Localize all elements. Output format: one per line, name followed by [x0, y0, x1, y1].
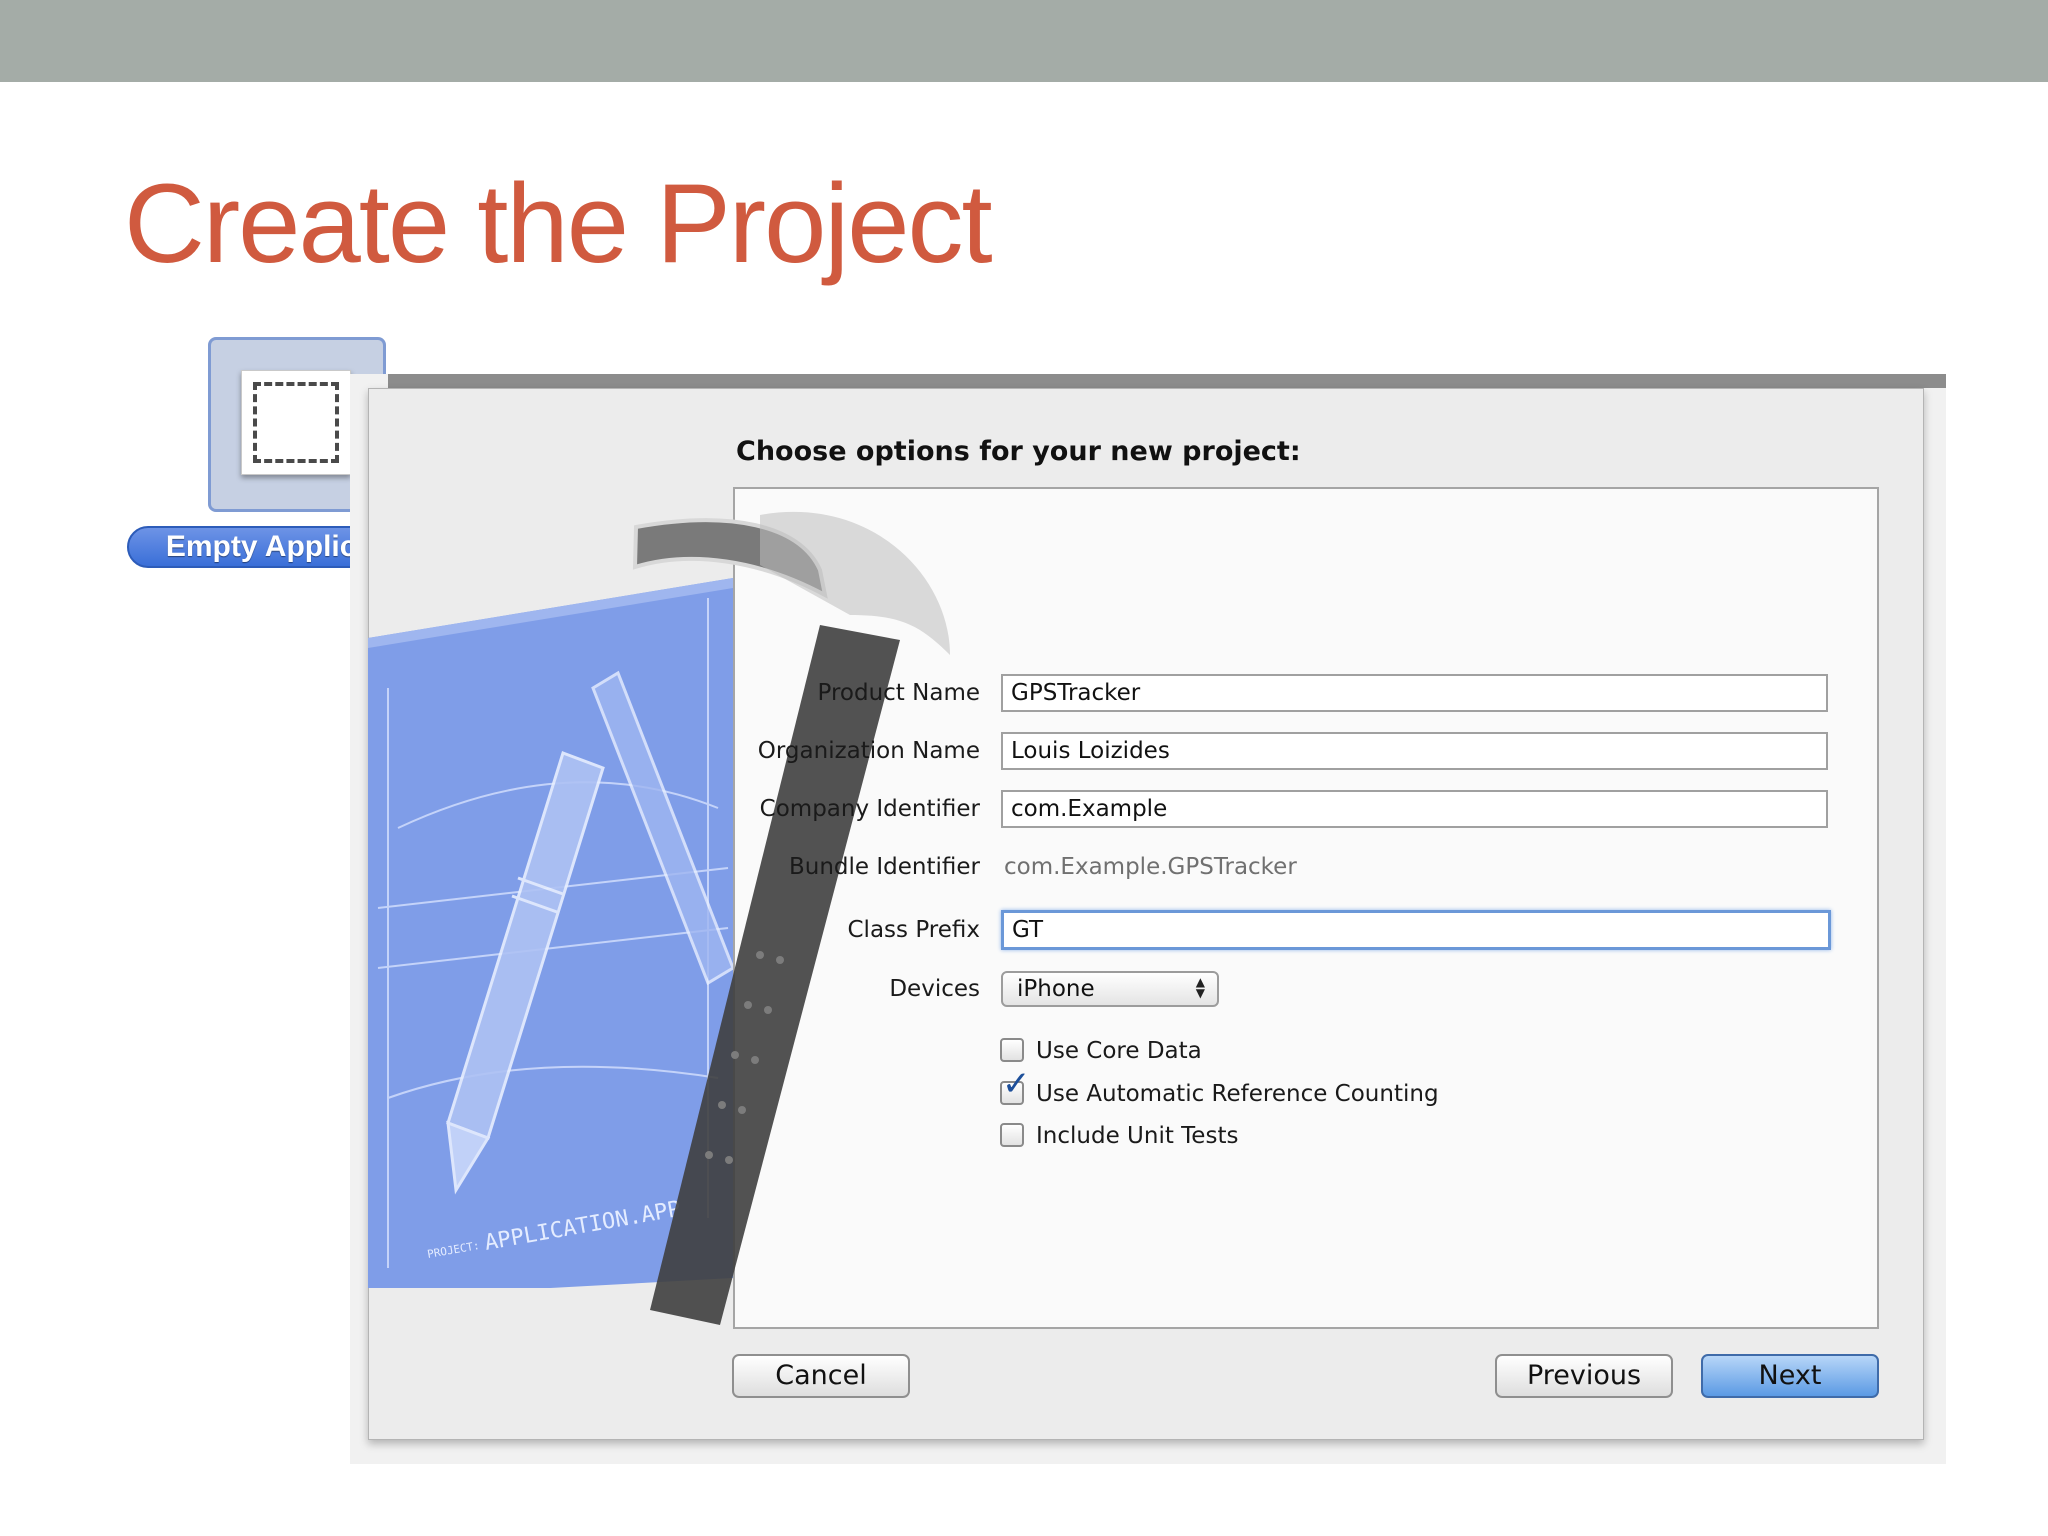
class-prefix-field[interactable]: GT — [1001, 910, 1831, 950]
hammer-handle — [650, 625, 900, 1325]
use-core-data-label: Use Core Data — [1036, 1038, 1202, 1064]
devices-selected-value: iPhone — [1017, 976, 1095, 1002]
bundle-identifier-value: com.Example.GPSTracker — [1004, 854, 1297, 880]
include-unit-tests-label: Include Unit Tests — [1036, 1123, 1239, 1149]
product-name-field[interactable]: GPSTracker — [1001, 674, 1828, 712]
dialog-heading: Choose options for your new project: — [736, 436, 1301, 467]
organization-name-label: Organization Name — [757, 738, 980, 764]
slide-top-bar — [0, 0, 2048, 82]
window-title-strip — [388, 374, 1946, 388]
use-arc-label: Use Automatic Reference Counting — [1036, 1081, 1439, 1107]
company-identifier-field[interactable]: com.Example — [1001, 790, 1828, 828]
include-unit-tests-checkbox[interactable] — [1000, 1123, 1024, 1147]
organization-name-field[interactable]: Louis Loizides — [1001, 732, 1828, 770]
cancel-button[interactable]: Cancel — [732, 1354, 910, 1398]
previous-button[interactable]: Previous — [1495, 1354, 1673, 1398]
bundle-identifier-label: Bundle Identifier — [789, 854, 980, 880]
updown-arrows-icon: ▲ ▼ — [1195, 975, 1205, 1000]
company-identifier-label: Company Identifier — [759, 796, 980, 822]
next-button[interactable]: Next — [1701, 1354, 1879, 1398]
use-core-data-checkbox[interactable] — [1000, 1038, 1024, 1062]
devices-select[interactable]: iPhone ▲ ▼ — [1001, 971, 1219, 1007]
empty-window-icon — [241, 370, 351, 475]
checkmark-icon: ✓ — [1002, 1064, 1031, 1104]
slide-title: Create the Project — [124, 161, 993, 286]
product-name-label: Product Name — [817, 680, 981, 706]
devices-label: Devices — [889, 976, 980, 1002]
class-prefix-label: Class Prefix — [847, 917, 981, 943]
